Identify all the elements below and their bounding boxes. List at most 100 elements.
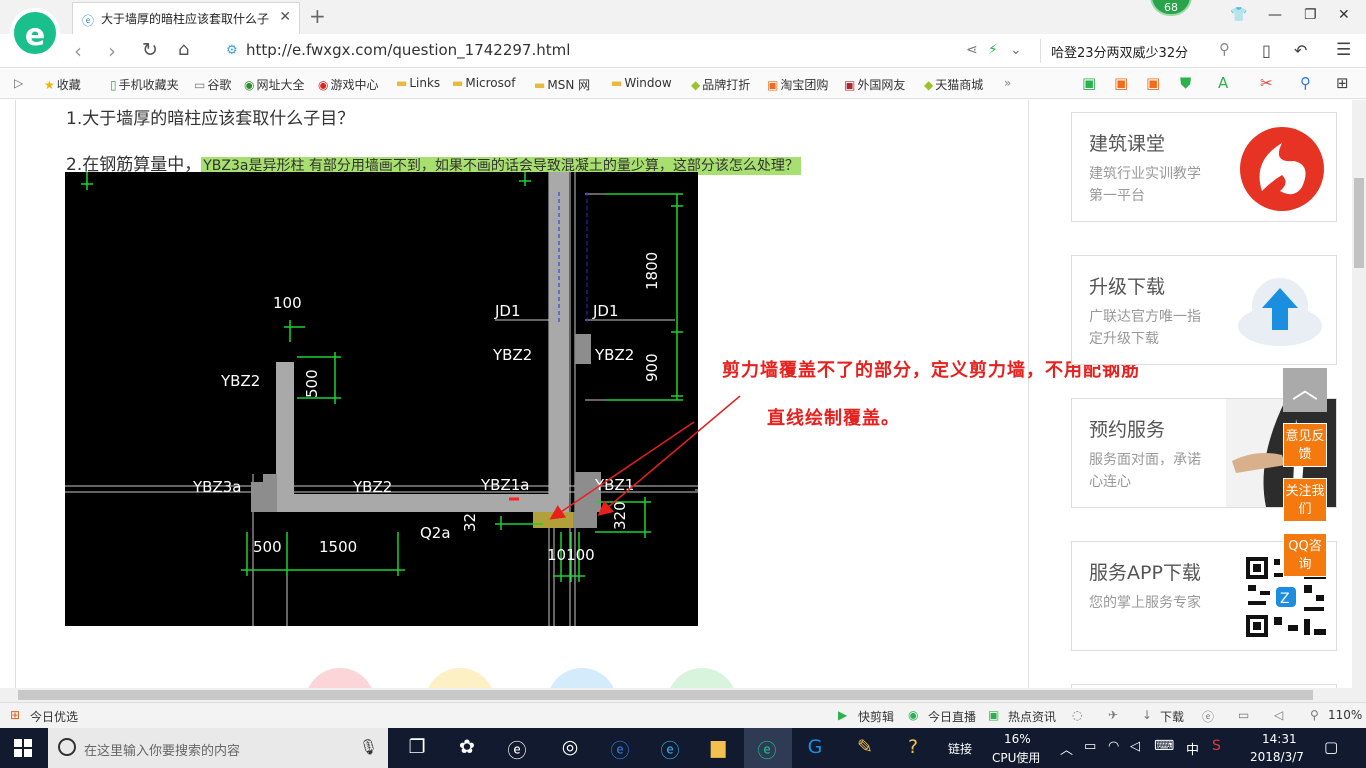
card-building-class[interactable]: 建筑课堂 建筑行业实训教学第一平台 — [1071, 112, 1337, 222]
vertical-scroll-thumb[interactable] — [1354, 178, 1364, 268]
phone-icon[interactable]: ▯ — [1262, 41, 1271, 60]
apps-grid-icon[interactable]: ⊞ — [1336, 74, 1349, 92]
horizontal-scroll-thumb[interactable] — [18, 690, 1313, 700]
glodon-app-icon[interactable]: G — [800, 736, 830, 758]
pin-icon[interactable]: ✈ — [1108, 708, 1118, 722]
minimize-icon[interactable]: — — [1268, 7, 1282, 23]
discount-icon[interactable]: ▣ — [1146, 74, 1160, 92]
help-app-icon[interactable]: ? — [898, 736, 928, 758]
bookmark-label: 品牌打折 — [702, 78, 751, 92]
horizontal-scrollbar[interactable] — [0, 688, 1366, 702]
follow-us-button[interactable]: 关注我们 — [1283, 478, 1327, 522]
notepad-app-icon[interactable]: ✎ — [850, 736, 880, 758]
translate-icon[interactable]: A — [1218, 74, 1228, 92]
fan-app-icon[interactable]: ✿ — [452, 736, 482, 758]
links-toolbar[interactable]: 链接 — [948, 740, 972, 757]
volume-icon[interactable]: ◁ — [1130, 739, 1140, 754]
accelerate-icon[interactable]: ◌ — [1072, 708, 1082, 722]
taskbar-search[interactable]: 在这里输入你要搜索的内容 🎙 — [48, 728, 388, 768]
more-bookmarks-icon[interactable]: » — [1004, 76, 1011, 90]
status-item-2[interactable]: 今日直播 — [928, 708, 976, 725]
refresh-icon[interactable]: ↻ — [142, 39, 158, 61]
search-icon[interactable]: ⚲ — [1219, 40, 1230, 58]
close-tab-icon[interactable]: ✕ — [279, 9, 291, 25]
notification-badge[interactable]: 68 — [1150, 0, 1192, 16]
back-icon[interactable]: ‹ — [74, 39, 82, 63]
shield-icon[interactable]: ⛊ — [1180, 74, 1191, 92]
magnifier-icon[interactable]: ⚲ — [1300, 74, 1311, 92]
keyboard-icon[interactable]: ⌨ — [1154, 738, 1174, 754]
lightning-icon[interactable]: ⚡ — [988, 42, 998, 58]
sidebar-toggle-icon[interactable]: ▷ — [14, 76, 23, 90]
sogou-icon[interactable]: S — [1212, 738, 1221, 754]
ie-mode-icon[interactable]: ⓔ — [1202, 708, 1214, 725]
taskbar-search-placeholder: 在这里输入你要搜索的内容 — [84, 744, 241, 759]
bookmark-item[interactable]: ▬ Window — [611, 76, 672, 90]
bookmark-icon: ◆ — [924, 78, 934, 92]
bookmark-item[interactable]: ▣ 淘宝团购 — [767, 76, 828, 93]
maximize-icon[interactable]: ❐ — [1304, 7, 1317, 23]
cpu-percent: 16% — [1004, 732, 1031, 746]
menu-icon[interactable]: ☰ — [1336, 40, 1351, 60]
tv-icon[interactable]: ▣ — [1114, 74, 1128, 92]
clock-date[interactable]: 2018/3/7 — [1250, 750, 1304, 764]
speaker-icon[interactable]: ◁ — [1274, 708, 1283, 722]
qq-consult-button[interactable]: QQ咨询 — [1283, 533, 1327, 577]
search-box[interactable]: 哈登23分两双威少32分 ⚲ — [1040, 39, 1238, 63]
tray-expand-icon[interactable]: ︿ — [1060, 739, 1073, 758]
home-icon[interactable]: ⌂ — [178, 39, 189, 60]
feedback-button[interactable]: 意见反馈 — [1283, 423, 1327, 467]
card-title: 服务APP下载 — [1089, 562, 1201, 584]
close-window-icon[interactable]: ✕ — [1338, 7, 1350, 23]
browser-tab[interactable]: ⓔ 大于墙厚的暗柱应该套取什么子目 ✕ — [72, 2, 300, 34]
wifi-icon[interactable]: ◠ — [1108, 739, 1119, 754]
bookmark-item[interactable]: ◆ 天猫商城 — [924, 76, 983, 93]
bookmark-icon: ★ — [44, 78, 55, 92]
bookmark-item[interactable]: ◆ 品牌打折 — [691, 76, 750, 93]
notification-center-icon[interactable]: ▢ — [1324, 738, 1338, 756]
skin-icon[interactable]: 👕 — [1230, 7, 1247, 23]
undo-icon[interactable]: ↶ — [1294, 41, 1307, 60]
dropdown-icon[interactable]: ⌄ — [1010, 42, 1022, 58]
status-item-3[interactable]: 热点资讯 — [1008, 708, 1056, 725]
microphone-icon[interactable]: 🎙 — [359, 738, 378, 756]
bookmark-item[interactable]: ◉ 网址大全 — [244, 76, 305, 93]
svg-text:Z: Z — [1280, 591, 1290, 607]
clock-time[interactable]: 14:31 — [1262, 732, 1297, 746]
file-explorer-icon[interactable]: ▆ — [703, 736, 733, 758]
2345-browser-icon[interactable]: ⓔ — [752, 736, 782, 763]
windows-start-icon[interactable] — [14, 739, 32, 757]
status-item-1[interactable]: 快剪辑 — [858, 708, 894, 725]
video-edit-icon: ▶ — [838, 708, 848, 722]
bookmark-item[interactable]: ▬ MSN 网 — [534, 76, 590, 93]
forward-icon[interactable]: › — [108, 39, 116, 63]
browser-360-icon[interactable]: ◎ — [555, 736, 585, 758]
zoom-level[interactable]: 110% — [1328, 708, 1362, 722]
url-field[interactable]: ⚙ http://e.fwxgx.com/question_1742297.ht… — [222, 39, 1032, 63]
bookmark-item[interactable]: ▣ 外国网友 — [844, 76, 905, 93]
ie-app-icon[interactable]: ⓔ — [502, 736, 532, 763]
card-upgrade-download[interactable]: 升级下载 广联达官方唯一指定升级下载 — [1071, 255, 1337, 365]
share-icon[interactable]: ⋖ — [966, 42, 978, 58]
scissors-icon[interactable]: ✂ — [1260, 74, 1273, 92]
internet-explorer-icon[interactable]: ⓔ — [655, 736, 685, 763]
reader-icon[interactable]: ▣ — [1082, 74, 1096, 92]
edge-icon[interactable]: ⓔ — [605, 736, 635, 763]
battery-icon[interactable]: ▭ — [1084, 739, 1096, 754]
bookmark-item[interactable]: ▬ Microsof — [452, 76, 515, 90]
cortana-icon — [58, 738, 76, 756]
bookmark-item[interactable]: ★ 收藏 — [44, 76, 81, 93]
bookmark-item[interactable]: ▭ 谷歌 — [194, 76, 231, 93]
today-picks[interactable]: 今日优选 — [30, 708, 78, 725]
window-icon[interactable]: ▭ — [1238, 708, 1249, 722]
bookmark-item[interactable]: ▯ 手机收藏夹 — [110, 76, 179, 93]
zoom-icon[interactable]: ⚲ — [1310, 708, 1319, 722]
back-to-top-button[interactable]: ︿ — [1283, 368, 1327, 412]
download-label[interactable]: 下载 — [1160, 708, 1184, 725]
bookmark-item[interactable]: ▬ Links — [396, 76, 440, 90]
bookmark-item[interactable]: ◉ 游戏中心 — [318, 76, 379, 93]
vertical-scrollbar[interactable] — [1352, 100, 1366, 688]
ime-indicator[interactable]: 中 — [1186, 739, 1199, 758]
task-view-icon[interactable]: ❐ — [402, 736, 432, 758]
new-tab-button[interactable]: + — [309, 4, 326, 28]
